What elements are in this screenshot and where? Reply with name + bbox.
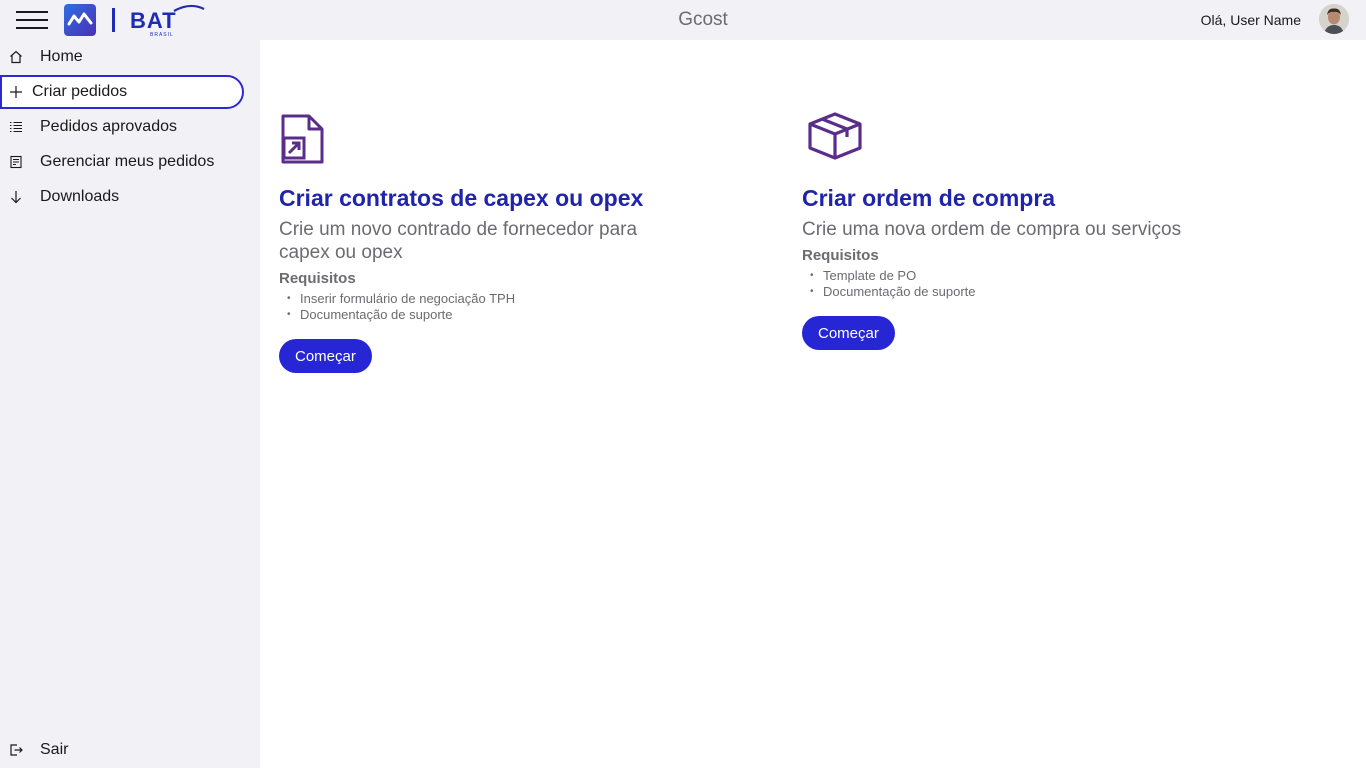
requirement-item: Documentação de suporte bbox=[810, 284, 1222, 300]
requirements-list: Template de PO Documentação de suporte bbox=[810, 268, 1222, 300]
requirements-title: Requisitos bbox=[802, 247, 879, 264]
requirement-item: Template de PO bbox=[810, 268, 1222, 284]
brand-subtext: BRASIL bbox=[150, 32, 174, 38]
plus-icon bbox=[8, 84, 24, 100]
card-title: Criar ordem de compra bbox=[802, 185, 1056, 211]
box-icon bbox=[802, 110, 862, 170]
user-avatar[interactable] bbox=[1319, 4, 1349, 34]
card-criar-ordem-compra: Criar ordem de compra Crie uma nova orde… bbox=[802, 110, 1222, 350]
comecar-button[interactable]: Começar bbox=[279, 339, 372, 373]
sidebar-item-criar-pedidos[interactable]: Criar pedidos bbox=[0, 75, 244, 109]
requirements-title: Requisitos bbox=[279, 270, 356, 287]
clipboard-icon bbox=[8, 154, 24, 170]
logout-icon bbox=[8, 742, 24, 758]
sidebar-item-sair[interactable]: Sair bbox=[0, 733, 244, 767]
list-icon bbox=[8, 119, 24, 135]
sidebar-item-label: Criar pedidos bbox=[32, 83, 128, 100]
sidebar-item-label: Gerenciar meus pedidos bbox=[40, 153, 215, 170]
sidebar-item-label: Sair bbox=[40, 741, 69, 758]
sidebar-item-label: Home bbox=[40, 48, 83, 65]
user-greeting: Olá, User Name bbox=[1200, 12, 1301, 28]
card-description: Crie um novo contrado de fornecedor para… bbox=[279, 219, 638, 263]
sidebar-item-label: Pedidos aprovados bbox=[40, 118, 177, 135]
card-criar-contratos: Criar contratos de capex ou opex Crie um… bbox=[279, 110, 699, 373]
arrow-down-icon bbox=[8, 189, 24, 205]
requirement-item: Documentação de suporte bbox=[287, 307, 699, 323]
sidebar-item-label: Downloads bbox=[40, 188, 120, 205]
requirement-item: Inserir formulário de negociação TPH bbox=[287, 291, 699, 307]
requirements-list: Inserir formulário de negociação TPH Doc… bbox=[287, 291, 699, 323]
document-link-icon bbox=[279, 110, 339, 170]
comecar-button[interactable]: Começar bbox=[802, 316, 895, 350]
top-bar: BAT BRASIL Gcost Olá, User Name bbox=[0, 0, 1366, 40]
sidebar-item-downloads[interactable]: Downloads bbox=[0, 180, 244, 214]
card-title: Criar contratos de capex ou opex bbox=[279, 185, 644, 211]
main-content: Criar contratos de capex ou opex Crie um… bbox=[260, 40, 1366, 768]
sidebar-item-home[interactable]: Home bbox=[0, 40, 244, 74]
sidebar: Home Criar pedidos Pedidos aprovados Ger… bbox=[0, 40, 260, 768]
sidebar-item-pedidos-aprovados[interactable]: Pedidos aprovados bbox=[0, 110, 244, 144]
app-title: Gcost bbox=[678, 9, 728, 30]
home-icon bbox=[8, 49, 24, 65]
card-description: Crie uma nova ordem de compra ou serviço… bbox=[802, 219, 1182, 240]
sidebar-item-gerenciar-meus-pedidos[interactable]: Gerenciar meus pedidos bbox=[0, 145, 244, 179]
